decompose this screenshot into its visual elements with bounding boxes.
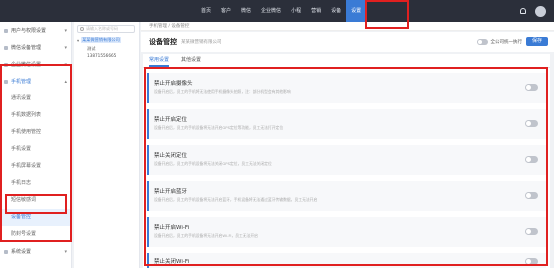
topnav-home[interactable]: 首页	[196, 0, 216, 22]
topnav-customers[interactable]: 客户	[216, 0, 236, 22]
setting-description: 设备开启后，员工的手机设备将无法开启GPS定位等功能，员工无法打开定位	[154, 125, 284, 130]
topnav-devices[interactable]: 设备	[326, 0, 346, 22]
setting-disable-location-on: 禁止开启定位 设备开启后，员工的手机设备将无法开启GPS定位等功能，员工无法打开…	[147, 109, 546, 139]
toggle-switch[interactable]	[525, 192, 538, 199]
topnav-wechat[interactable]: 微信	[236, 0, 256, 22]
chevron-up-icon: ▴	[64, 78, 67, 85]
sidebar-group-label: 系统设置	[11, 249, 32, 255]
sidebar-item-screen-settings[interactable]: 手机屏幕设置	[0, 158, 71, 175]
breadcrumb: 手机管理 / 设备管控	[141, 22, 554, 31]
sidebar-group-phone-management[interactable]: 手机管理 ▴	[0, 73, 71, 90]
apply-all-toggle[interactable]: 全公司统一执行	[476, 39, 523, 45]
tree-node-label: 某某微营销有限公司	[81, 37, 121, 43]
tree-node-child[interactable]: 测试 13871556665	[87, 45, 136, 59]
tree-child-name: 测试	[87, 46, 96, 51]
sidebar-item-phone-settings[interactable]: 手机设置	[0, 141, 71, 158]
toggle-switch[interactable]	[525, 120, 538, 127]
org-tree-panel: 请输入名称或号码 ▾ 某某微营销有限公司 测试 13871556665	[74, 22, 140, 268]
company-name: 某某微营销有限公司	[181, 40, 222, 45]
users-icon	[4, 28, 8, 33]
save-button[interactable]: 保存	[526, 37, 548, 46]
setting-description: 设备开启后，员工的手机设备将无法开启蓝牙，手机设备将无法通过蓝牙传输数据，员工无…	[154, 197, 318, 202]
setting-title: 禁止关闭Wi-Fi	[154, 259, 190, 265]
toggle-switch[interactable]	[525, 228, 538, 235]
setting-disable-bluetooth: 禁止开启蓝牙 设备开启后，员工的手机设备将无法开启蓝牙，手机设备将无法通过蓝牙传…	[147, 181, 546, 211]
avatar[interactable]	[535, 5, 546, 17]
wecom-icon	[4, 62, 8, 67]
sidebar-item-device-control[interactable]: 设备管控	[0, 209, 71, 226]
tree-child-phone: 13871556665	[87, 53, 117, 58]
sidebar-group-wechat-devices[interactable]: 微信设备管理 ▾	[0, 39, 71, 56]
sidebar-item-usage-control[interactable]: 手机使用管控	[0, 124, 71, 141]
search-placeholder: 请输入名称或号码	[86, 26, 118, 31]
settings-tabs: 常用设置 其他设置	[143, 54, 550, 68]
gear-icon	[4, 249, 8, 254]
settings-panel: 常用设置 其他设置 禁止开启摄像头 设备开启后，员工的手机将无法使用手机摄像头拍…	[143, 54, 550, 268]
topnav-mini-program[interactable]: 小程	[286, 0, 306, 22]
top-nav: 首页 客户 微信 企业微信 小程 营销 设备 设置	[196, 0, 367, 22]
device-icon	[4, 45, 8, 50]
tab-common-settings[interactable]: 常用设置	[149, 54, 170, 67]
top-right-tools	[520, 0, 546, 22]
sidebar-group-users[interactable]: 用户与权限设置 ▾	[0, 22, 71, 39]
toggle-switch[interactable]	[525, 156, 538, 163]
main-content: 手机管理 / 设备管控 设备管控 某某微营销有限公司 全公司统一执行 保存 常用…	[141, 22, 554, 268]
chevron-down-icon: ▾	[64, 27, 67, 34]
topnav-marketing[interactable]: 营销	[306, 0, 326, 22]
top-navbar: 首页 客户 微信 企业微信 小程 营销 设备 设置	[0, 0, 554, 22]
setting-description: 设备开启后，员工的手机将无法使用手机摄像头拍照，注：部分机型会有其他影响	[154, 89, 291, 94]
sidebar-group-label: 微信设备管理	[11, 45, 42, 51]
sidebar-group-system[interactable]: 系统设置 ▾	[0, 243, 71, 260]
topnav-wecom[interactable]: 企业微信	[256, 0, 286, 22]
setting-disable-camera: 禁止开启摄像头 设备开启后，员工的手机将无法使用手机摄像头拍照，注：部分机型会有…	[147, 73, 546, 103]
sidebar-item-anti-ban[interactable]: 防封号设置	[0, 226, 71, 243]
sidebar-group-label: 企业微信设置	[11, 62, 42, 68]
sidebar-group-wecom[interactable]: 企业微信设置 ▾	[0, 56, 71, 73]
setting-title: 禁止开启定位	[154, 117, 188, 123]
sidebar-item-sms-keywords[interactable]: 短信敏感词	[0, 192, 71, 209]
sidebar: 用户与权限设置 ▾ 微信设备管理 ▾ 企业微信设置 ▾ 手机管理 ▴ 通讯设置 …	[0, 22, 72, 268]
sidebar-item-comm[interactable]: 通讯设置	[0, 90, 71, 107]
tab-other-settings[interactable]: 其他设置	[181, 54, 201, 67]
caret-down-icon: ▾	[77, 37, 80, 43]
chevron-down-icon: ▾	[64, 44, 67, 51]
toggle-switch[interactable]	[476, 39, 488, 45]
sidebar-group-label: 手机管理	[11, 79, 32, 85]
search-icon	[80, 27, 84, 31]
chevron-down-icon: ▾	[64, 61, 67, 68]
setting-disable-wifi-on: 禁止开启Wi-Fi 设备开启后，员工的手机设备将无法开启Wi-Fi，员工无法开启	[147, 217, 546, 247]
toggle-switch[interactable]	[525, 258, 538, 265]
page-header: 设备管控 某某微营销有限公司 全公司统一执行 保存	[141, 32, 554, 52]
toggle-switch[interactable]	[525, 84, 538, 91]
sidebar-group-label: 用户与权限设置	[11, 28, 47, 34]
bell-icon[interactable]	[520, 8, 526, 14]
chevron-down-icon: ▾	[64, 248, 67, 255]
setting-title: 禁止开启蓝牙	[154, 189, 188, 195]
setting-disable-location-off: 禁止关闭定位 设备开启后，员工的手机设备将无法关闭GPS定位，员工无法关闭定位	[147, 145, 546, 175]
setting-description: 设备开启后，员工的手机设备将无法关闭GPS定位，员工无法关闭定位	[154, 161, 272, 166]
sidebar-item-phone-logs[interactable]: 手机日志	[0, 175, 71, 192]
tree-node-root[interactable]: ▾ 某某微营销有限公司	[77, 37, 136, 43]
setting-title: 禁止开启Wi-Fi	[154, 225, 190, 231]
sidebar-item-phone-data[interactable]: 手机数据列表	[0, 107, 71, 124]
setting-disable-wifi-off: 禁止关闭Wi-Fi	[147, 253, 546, 268]
phone-icon	[4, 79, 8, 84]
setting-description: 设备开启后，员工的手机设备将无法开启Wi-Fi，员工无法开启	[154, 233, 258, 238]
setting-title: 禁止开启摄像头	[154, 81, 193, 87]
page-title: 设备管控	[149, 38, 177, 46]
tree-search-input[interactable]: 请输入名称或号码	[77, 25, 135, 33]
topnav-settings[interactable]: 设置	[346, 0, 367, 22]
setting-title: 禁止关闭定位	[154, 153, 188, 159]
apply-all-label: 全公司统一执行	[490, 40, 523, 45]
